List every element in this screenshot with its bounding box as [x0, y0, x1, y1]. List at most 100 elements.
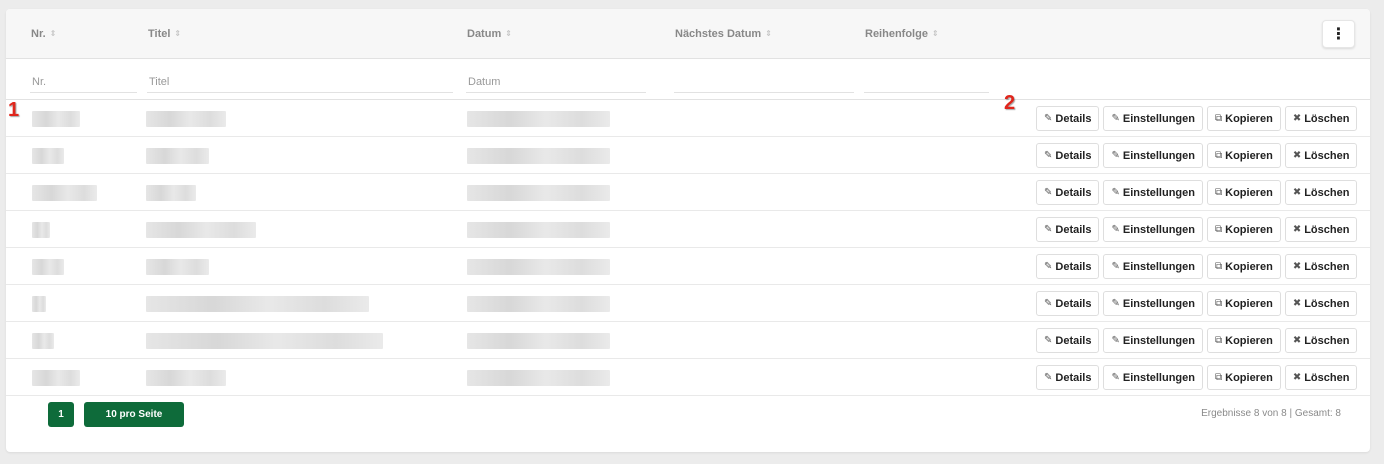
kopieren-button[interactable]: ⧉ Kopieren	[1206, 328, 1281, 353]
per-page-button[interactable]: 10 pro Seite	[84, 402, 184, 427]
loeschen-button[interactable]: ✖ Löschen	[1284, 143, 1358, 168]
close-icon: ✖	[1292, 224, 1302, 235]
column-header-titel[interactable]: Titel ⇕	[148, 28, 181, 40]
loeschen-button[interactable]: ✖ Löschen	[1284, 365, 1358, 390]
sort-icon: ⇕	[49, 29, 57, 38]
table-body: ✎ Details ✎ Einstellungen ⧉ Kopieren ✖ Löschen ✎…	[6, 100, 1370, 396]
filter-reihenfolge-input[interactable]	[864, 71, 989, 93]
button-label: Details	[1055, 149, 1092, 162]
column-header-nr[interactable]: Nr. ⇕	[31, 28, 56, 40]
kopieren-button[interactable]: ⧉ Kopieren	[1206, 254, 1281, 279]
details-button[interactable]: ✎ Details	[1036, 291, 1100, 316]
button-label: Einstellungen	[1122, 297, 1195, 310]
redacted-datum-cell	[467, 222, 610, 238]
redacted-datum-cell	[467, 185, 610, 201]
table-footer: 1 10 pro Seite Ergebnisse 8 von 8 | Gesa…	[6, 400, 1370, 440]
edit-icon: ✎	[1044, 298, 1053, 309]
button-label: Kopieren	[1225, 112, 1273, 125]
einstellungen-button[interactable]: ✎ Einstellungen	[1103, 143, 1203, 168]
redacted-datum-cell	[467, 296, 610, 312]
row-actions: ✎ Details ✎ Einstellungen ⧉ Kopieren ✖ Löschen	[1036, 217, 1358, 242]
kopieren-button[interactable]: ⧉ Kopieren	[1206, 180, 1281, 205]
copy-icon: ⧉	[1214, 113, 1223, 124]
edit-icon: ✎	[1111, 224, 1120, 235]
table-row: ✎ Details ✎ Einstellungen ⧉ Kopieren ✖ Löschen	[6, 359, 1370, 396]
details-button[interactable]: ✎ Details	[1036, 365, 1100, 390]
kopieren-button[interactable]: ⧉ Kopieren	[1206, 106, 1281, 131]
details-button[interactable]: ✎ Details	[1036, 328, 1100, 353]
kopieren-button[interactable]: ⧉ Kopieren	[1206, 143, 1281, 168]
column-menu-button[interactable]: ⋮	[1322, 20, 1355, 48]
copy-icon: ⧉	[1214, 187, 1223, 198]
einstellungen-button[interactable]: ✎ Einstellungen	[1103, 254, 1203, 279]
copy-icon: ⧉	[1214, 298, 1223, 309]
edit-icon: ✎	[1111, 150, 1120, 161]
close-icon: ✖	[1292, 372, 1302, 383]
redacted-nr-cell	[32, 370, 80, 386]
redacted-titel-cell	[146, 222, 256, 238]
details-button[interactable]: ✎ Details	[1036, 143, 1100, 168]
redacted-titel-cell	[146, 370, 226, 386]
button-label: Details	[1055, 371, 1092, 384]
kopieren-button[interactable]: ⧉ Kopieren	[1206, 217, 1281, 242]
redacted-nr-cell	[32, 333, 54, 349]
redacted-datum-cell	[467, 111, 610, 127]
filter-row	[6, 59, 1370, 100]
table-header: Nr. ⇕ Titel ⇕ Datum ⇕ Nächstes Datum ⇕ R…	[6, 9, 1370, 59]
loeschen-button[interactable]: ✖ Löschen	[1284, 291, 1358, 316]
edit-icon: ✎	[1111, 187, 1120, 198]
button-label: Löschen	[1304, 223, 1350, 236]
sort-icon: ⇕	[765, 29, 772, 38]
loeschen-button[interactable]: ✖ Löschen	[1284, 106, 1358, 131]
einstellungen-button[interactable]: ✎ Einstellungen	[1103, 106, 1203, 131]
kopieren-button[interactable]: ⧉ Kopieren	[1206, 291, 1281, 316]
sort-icon: ⇕	[505, 29, 512, 38]
details-button[interactable]: ✎ Details	[1036, 106, 1100, 131]
einstellungen-button[interactable]: ✎ Einstellungen	[1103, 328, 1203, 353]
kopieren-button[interactable]: ⧉ Kopieren	[1206, 365, 1281, 390]
button-label: Kopieren	[1225, 334, 1273, 347]
details-button[interactable]: ✎ Details	[1036, 180, 1100, 205]
button-label: Kopieren	[1225, 149, 1273, 162]
edit-icon: ✎	[1044, 150, 1053, 161]
page-1-button[interactable]: 1	[48, 402, 74, 427]
button-label: Löschen	[1304, 334, 1350, 347]
button-label: Kopieren	[1225, 371, 1273, 384]
close-icon: ✖	[1292, 113, 1302, 124]
button-label: Löschen	[1304, 186, 1350, 199]
table-card: Nr. ⇕ Titel ⇕ Datum ⇕ Nächstes Datum ⇕ R…	[6, 9, 1370, 452]
button-label: Löschen	[1304, 260, 1350, 273]
column-header-reihenfolge[interactable]: Reihenfolge ⇕	[865, 28, 939, 40]
einstellungen-button[interactable]: ✎ Einstellungen	[1103, 291, 1203, 316]
copy-icon: ⧉	[1214, 372, 1223, 383]
close-icon: ✖	[1292, 187, 1302, 198]
loeschen-button[interactable]: ✖ Löschen	[1284, 217, 1358, 242]
table-row: ✎ Details ✎ Einstellungen ⧉ Kopieren ✖ Löschen	[6, 100, 1370, 137]
edit-icon: ✎	[1111, 372, 1120, 383]
row-actions: ✎ Details ✎ Einstellungen ⧉ Kopieren ✖ Löschen	[1036, 365, 1358, 390]
redacted-nr-cell	[32, 148, 64, 164]
filter-naechstes-datum-input[interactable]	[674, 71, 854, 93]
loeschen-button[interactable]: ✖ Löschen	[1284, 254, 1358, 279]
column-header-datum[interactable]: Datum ⇕	[467, 28, 512, 40]
details-button[interactable]: ✎ Details	[1036, 254, 1100, 279]
edit-icon: ✎	[1111, 113, 1120, 124]
loeschen-button[interactable]: ✖ Löschen	[1284, 180, 1358, 205]
einstellungen-button[interactable]: ✎ Einstellungen	[1103, 180, 1203, 205]
button-label: Einstellungen	[1122, 186, 1195, 199]
filter-titel-input[interactable]	[147, 71, 453, 93]
einstellungen-button[interactable]: ✎ Einstellungen	[1103, 365, 1203, 390]
redacted-nr-cell	[32, 222, 50, 238]
button-label: Kopieren	[1225, 186, 1273, 199]
edit-icon: ✎	[1111, 335, 1120, 346]
redacted-titel-cell	[146, 259, 209, 275]
einstellungen-button[interactable]: ✎ Einstellungen	[1103, 217, 1203, 242]
column-header-naechstes-datum[interactable]: Nächstes Datum ⇕	[675, 28, 772, 40]
loeschen-button[interactable]: ✖ Löschen	[1284, 328, 1358, 353]
details-button[interactable]: ✎ Details	[1036, 217, 1100, 242]
button-label: Kopieren	[1225, 297, 1273, 310]
table-row: ✎ Details ✎ Einstellungen ⧉ Kopieren ✖ Löschen	[6, 322, 1370, 359]
filter-datum-input[interactable]	[466, 71, 646, 93]
redacted-titel-cell	[146, 148, 209, 164]
filter-nr-input[interactable]	[30, 71, 137, 93]
